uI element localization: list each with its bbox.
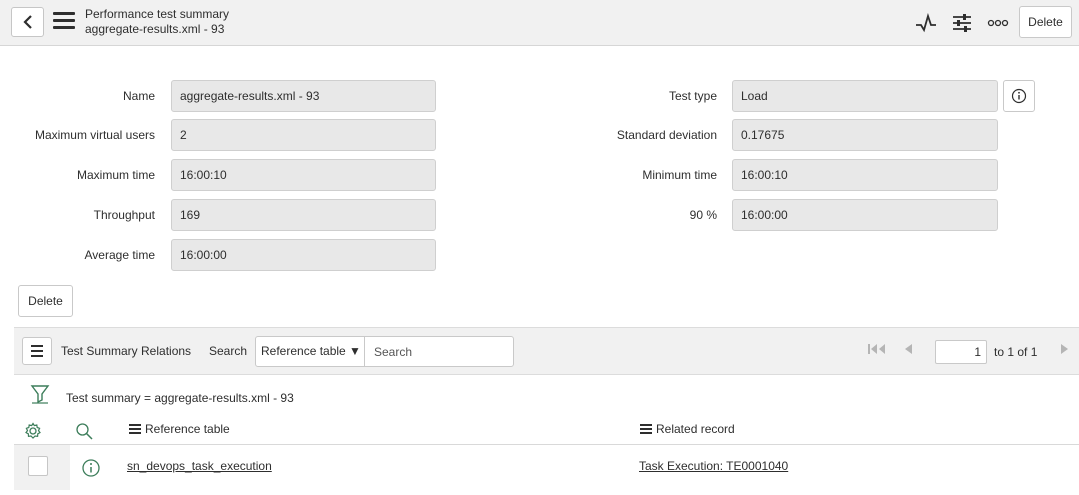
max-virtual-users-label: Maximum virtual users [34, 128, 155, 142]
related-record-link[interactable]: Task Execution: TE0001040 [639, 459, 788, 473]
throughput-field[interactable]: 169 [171, 199, 436, 231]
column-search-icon[interactable] [75, 422, 93, 440]
row-select-cell [14, 445, 70, 490]
page-number-input[interactable]: 1 [935, 340, 987, 364]
column-header-label: Related record [656, 422, 735, 436]
std-deviation-field[interactable]: 0.17675 [732, 119, 998, 151]
average-time-field[interactable]: 16:00:00 [171, 239, 436, 271]
page-title: Performance test summary [85, 7, 230, 21]
throughput-label: Throughput [93, 208, 155, 222]
activity-icon[interactable] [913, 10, 939, 36]
name-field[interactable]: aggregate-results.xml - 93 [171, 80, 436, 112]
max-virtual-users-field[interactable]: 2 [171, 119, 436, 151]
std-deviation-label: Standard deviation [616, 128, 717, 142]
info-icon [1011, 88, 1027, 104]
related-list-toolbar: Test Summary Relations Search Reference … [14, 327, 1079, 375]
min-time-field[interactable]: 16:00:10 [732, 159, 998, 191]
max-time-label: Maximum time [76, 168, 155, 182]
header-delete-button[interactable]: Delete [1019, 6, 1072, 38]
page-subtitle: aggregate-results.xml - 93 [85, 22, 225, 36]
percentile-90-field[interactable]: 16:00:00 [732, 199, 998, 231]
previous-page-icon[interactable] [902, 343, 914, 358]
back-button[interactable] [11, 7, 44, 37]
filter-icon[interactable] [30, 384, 50, 407]
name-label: Name [122, 89, 155, 103]
next-page-icon[interactable] [1059, 343, 1071, 358]
search-label: Search [209, 344, 248, 358]
list-settings-icon[interactable] [24, 422, 42, 440]
related-list-title: Test Summary Relations [61, 344, 192, 358]
chevron-left-icon [22, 15, 32, 29]
reference-table-link[interactable]: sn_devops_task_execution [127, 459, 272, 473]
search-field-select[interactable]: Reference table ▼ [255, 336, 365, 367]
search-input[interactable] [364, 336, 514, 367]
row-checkbox[interactable] [28, 456, 48, 476]
row-info-icon[interactable] [81, 458, 101, 481]
column-menu-icon[interactable] [129, 423, 141, 435]
table-row: sn_devops_task_execution Task Execution:… [14, 445, 1079, 490]
average-time-label: Average time [84, 248, 155, 262]
form-delete-button[interactable]: Delete [18, 285, 73, 317]
test-type-field[interactable]: Load [732, 80, 998, 112]
more-options-icon[interactable] [985, 10, 1011, 36]
column-menu-icon[interactable] [640, 423, 652, 435]
test-type-info-button[interactable] [1003, 80, 1035, 112]
page-count: to 1 of 1 [994, 345, 1038, 359]
list-menu-button[interactable] [22, 337, 52, 365]
form-header: Performance test summary aggregate-resul… [0, 0, 1079, 46]
column-header-label: Reference table [145, 422, 230, 436]
test-type-label: Test type [668, 89, 717, 103]
form-menu-icon[interactable] [53, 12, 75, 32]
min-time-label: Minimum time [642, 168, 717, 182]
max-time-field[interactable]: 16:00:10 [171, 159, 436, 191]
column-header-reference-table[interactable]: Reference table [129, 422, 230, 436]
column-header-related-record[interactable]: Related record [640, 422, 735, 436]
sliders-icon[interactable] [949, 10, 975, 36]
filter-breadcrumb[interactable]: Test summary = aggregate-results.xml - 9… [66, 391, 294, 405]
percentile-90-label: 90 % [689, 208, 717, 222]
first-page-icon[interactable] [867, 343, 889, 358]
